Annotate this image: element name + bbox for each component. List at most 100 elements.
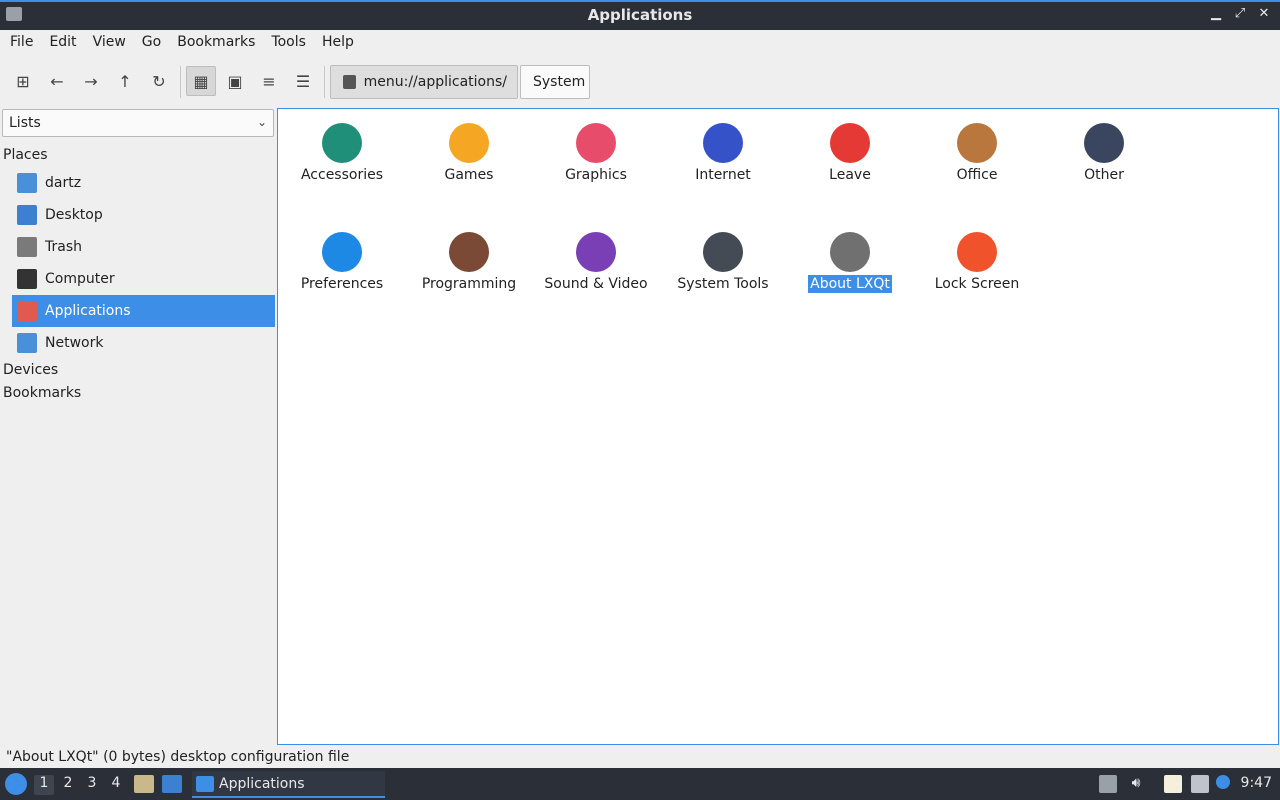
applications-icon	[17, 301, 37, 321]
sidebar-item-label: Desktop	[45, 207, 103, 223]
sidebar-item-label: Computer	[45, 271, 115, 287]
sidebar-item-applications[interactable]: Applications	[12, 295, 275, 327]
menu-view[interactable]: View	[85, 30, 134, 56]
icon-view-icon[interactable]: ▦	[186, 66, 216, 96]
lock-icon	[957, 232, 997, 272]
app-item[interactable]: Games	[409, 115, 529, 215]
section-bookmarks[interactable]: Bookmarks	[3, 385, 81, 401]
thumbnail-view-icon[interactable]: ▣	[220, 66, 250, 96]
app-item[interactable]: Accessories	[282, 115, 402, 215]
app-item-text: Other	[1084, 167, 1124, 183]
app-item-label: Lock Screen	[917, 276, 1037, 292]
toolbar: ⊞ ← → ↑ ↻ ▦ ▣ ≡ ☰ menu://applications/ S…	[0, 60, 1280, 104]
accessories-icon	[322, 123, 362, 163]
forward-icon[interactable]: →	[76, 66, 106, 96]
app-item-text: Office	[956, 167, 998, 183]
file-manager-launcher-icon[interactable]	[134, 775, 154, 793]
sidebar-item-trash[interactable]: Trash	[12, 231, 275, 263]
games-icon	[449, 123, 489, 163]
sidebar-item-label: Applications	[45, 303, 131, 319]
taskbar-task-applications[interactable]: Applications	[192, 771, 385, 798]
section-devices[interactable]: Devices	[3, 362, 58, 378]
menu-edit[interactable]: Edit	[41, 30, 84, 56]
app-item-label: Graphics	[536, 167, 656, 183]
file-view[interactable]: Accessories Games Graphics Internet Leave Off…	[277, 108, 1279, 745]
app-item-label: Programming	[409, 276, 529, 292]
up-icon[interactable]: ↑	[110, 66, 140, 96]
info-icon	[830, 232, 870, 272]
reload-icon[interactable]: ↻	[144, 66, 174, 96]
app-item[interactable]: Graphics	[536, 115, 656, 215]
maximize-icon[interactable]: ⤢	[1232, 6, 1248, 21]
app-item[interactable]: Sound & Video	[536, 224, 656, 324]
sidebar-item-dartz[interactable]: dartz	[12, 167, 275, 199]
window-controls: ▁ ⤢ ✕	[1208, 6, 1272, 21]
app-item[interactable]: Programming	[409, 224, 529, 324]
desktop-switch-2[interactable]: 2	[58, 775, 78, 795]
path-segment-button[interactable]: System	[520, 65, 590, 99]
app-item-text: Graphics	[565, 167, 627, 183]
app-item[interactable]: Leave	[790, 115, 910, 215]
close-icon[interactable]: ✕	[1256, 6, 1272, 21]
desktop-icon	[17, 205, 37, 225]
section-places[interactable]: Places	[3, 147, 48, 163]
sidebar-item-desktop[interactable]: Desktop	[12, 199, 275, 231]
app-item-label: Leave	[790, 167, 910, 183]
sidebar-item-label: Network	[45, 335, 104, 351]
path-segment-label: System	[533, 74, 586, 90]
trash-icon	[17, 237, 37, 257]
menu-help[interactable]: Help	[314, 30, 362, 56]
desktop-switch-3[interactable]: 3	[82, 775, 102, 795]
app-item[interactable]: System Tools	[663, 224, 783, 324]
app-item-text: Sound & Video	[544, 276, 648, 292]
desktop-switch-1[interactable]: 1	[34, 775, 54, 795]
sound-video-icon	[576, 232, 616, 272]
clock[interactable]: 9:47	[1241, 775, 1272, 791]
sidebar-item-network[interactable]: Network	[12, 327, 275, 359]
app-item-label: Office	[917, 167, 1037, 183]
app-item-text: Games	[444, 167, 494, 183]
path-location-button[interactable]: menu://applications/	[330, 65, 518, 99]
desktop-switch-4[interactable]: 4	[106, 775, 126, 795]
compact-view-icon[interactable]: ≡	[254, 66, 284, 96]
home-folder-icon	[17, 173, 37, 193]
clipboard-icon[interactable]	[1164, 775, 1182, 793]
show-desktop-icon[interactable]	[162, 775, 182, 793]
app-item[interactable]: About LXQt	[790, 224, 910, 324]
app-item[interactable]: Other	[1044, 115, 1164, 215]
app-item-label: Other	[1044, 167, 1164, 183]
computer-icon	[17, 269, 37, 289]
sidebar: Lists ⌄ Places dartz Desktop Trash Computer…	[0, 108, 276, 746]
preferences-icon	[322, 232, 362, 272]
minimize-icon[interactable]: ▁	[1208, 6, 1224, 21]
app-item[interactable]: Preferences	[282, 224, 402, 324]
start-menu-icon[interactable]	[5, 773, 27, 795]
back-icon[interactable]: ←	[42, 66, 72, 96]
title-bar: Applications ▁ ⤢ ✕	[0, 0, 1280, 30]
menu-bookmarks[interactable]: Bookmarks	[169, 30, 263, 56]
detail-view-icon[interactable]: ☰	[288, 66, 318, 96]
app-item[interactable]: Lock Screen	[917, 224, 1037, 324]
menu-go[interactable]: Go	[134, 30, 169, 56]
app-item[interactable]: Internet	[663, 115, 783, 215]
network-monitor-icon[interactable]	[1191, 775, 1209, 793]
sidebar-mode-select[interactable]: Lists ⌄	[2, 109, 274, 137]
volume-icon[interactable]: 🔊︎	[1127, 775, 1145, 793]
eject-icon[interactable]	[1099, 775, 1117, 793]
toolbar-separator	[324, 66, 325, 98]
app-item-text: Programming	[421, 276, 517, 292]
app-item[interactable]: Office	[917, 115, 1037, 215]
app-item-text: Preferences	[300, 276, 384, 292]
system-tools-icon	[703, 232, 743, 272]
power-icon	[830, 123, 870, 163]
sidebar-item-label: dartz	[45, 175, 82, 191]
menu-file[interactable]: File	[2, 30, 41, 56]
notification-icon[interactable]	[1216, 775, 1230, 789]
location-icon	[343, 75, 356, 89]
menu-tools[interactable]: Tools	[263, 30, 314, 56]
sidebar-item-computer[interactable]: Computer	[12, 263, 275, 295]
new-tab-icon[interactable]: ⊞	[8, 66, 38, 96]
app-item-label: Games	[409, 167, 529, 183]
app-item-text: Lock Screen	[934, 276, 1020, 292]
chevron-down-icon: ⌄	[256, 115, 267, 129]
